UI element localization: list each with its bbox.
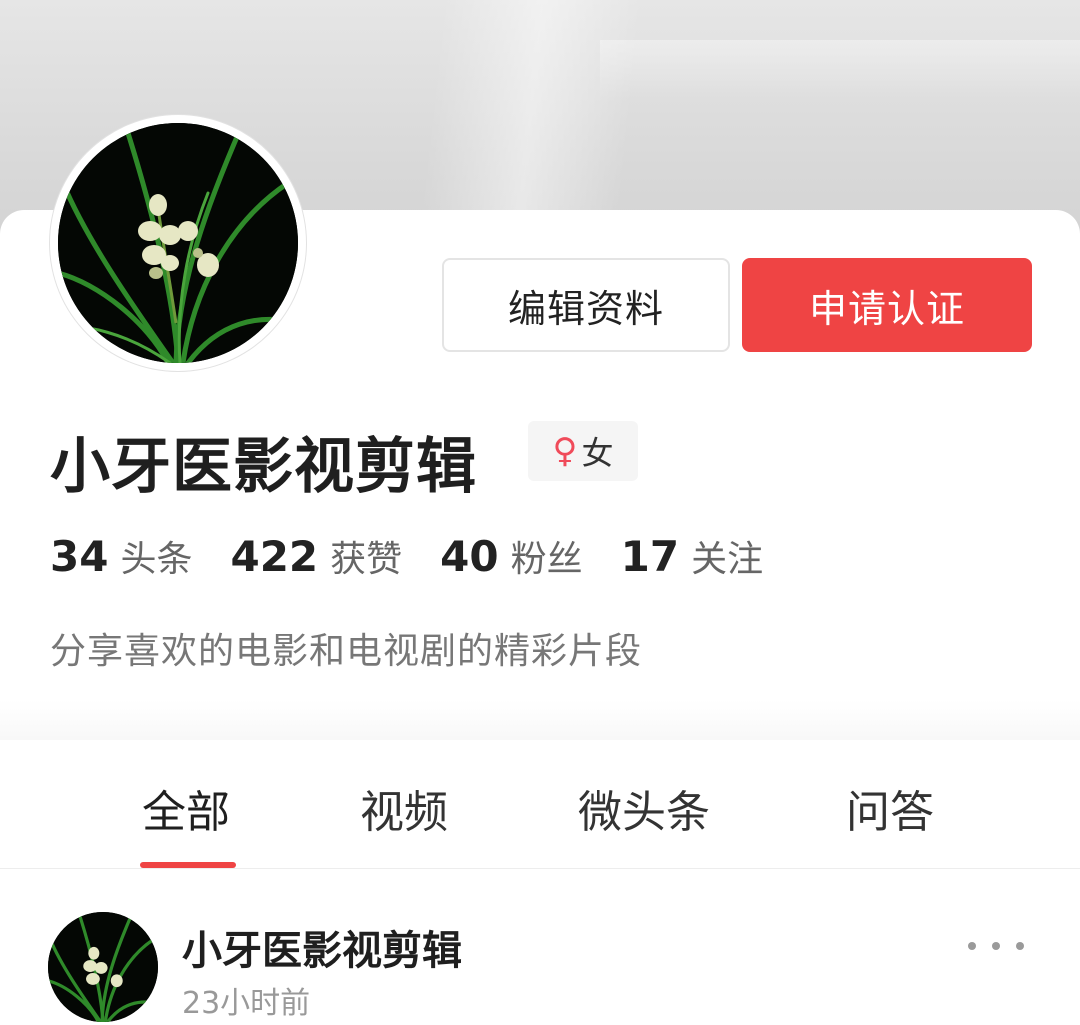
post-timestamp: 23小时前 xyxy=(182,986,311,1021)
banner-light-band xyxy=(600,40,1080,100)
stat-following[interactable]: 17 关注 xyxy=(621,530,763,582)
gender-label: 女 xyxy=(581,434,614,472)
profile-name: 小牙医影视剪辑 xyxy=(50,432,477,502)
stat-posts-label: 头条 xyxy=(120,539,193,580)
female-symbol-icon: ♀ xyxy=(552,431,578,471)
tab-micro-posts[interactable]: 微头条 xyxy=(578,776,710,840)
stat-posts-count: 34 xyxy=(50,532,109,581)
stat-posts[interactable]: 34 头条 xyxy=(50,530,192,582)
stat-likes-count: 422 xyxy=(230,532,319,581)
stat-followers[interactable]: 40 粉丝 xyxy=(440,530,582,582)
stat-followers-count: 40 xyxy=(440,532,499,581)
stat-likes-label: 获赞 xyxy=(330,539,403,580)
orchid-avatar-image xyxy=(58,123,298,363)
tab-qa[interactable]: 问答 xyxy=(846,776,934,840)
profile-stats: 34 头条 422 获赞 40 粉丝 17 关注 xyxy=(50,530,801,586)
content-tabs: 全部 视频 微头条 问答 xyxy=(0,740,1080,869)
tab-videos[interactable]: 视频 xyxy=(360,776,448,840)
stat-likes[interactable]: 422 获赞 xyxy=(230,530,402,582)
more-dots-icon[interactable] xyxy=(968,928,1024,964)
stat-following-count: 17 xyxy=(620,532,680,581)
stat-following-label: 关注 xyxy=(691,539,764,580)
post-author-avatar[interactable] xyxy=(48,912,158,1022)
gender-badge: ♀ 女 xyxy=(528,421,638,481)
section-divider xyxy=(0,700,1080,740)
profile-bio: 分享喜欢的电影和电视剧的精彩片段 xyxy=(50,631,643,672)
edit-profile-button[interactable]: 编辑资料 xyxy=(442,258,730,352)
active-tab-indicator xyxy=(140,862,236,868)
profile-avatar[interactable] xyxy=(50,115,306,371)
tab-all[interactable]: 全部 xyxy=(142,776,230,840)
apply-verification-button[interactable]: 申请认证 xyxy=(742,258,1032,352)
post-author-name[interactable]: 小牙医影视剪辑 xyxy=(182,918,462,976)
stat-followers-label: 粉丝 xyxy=(510,539,583,580)
